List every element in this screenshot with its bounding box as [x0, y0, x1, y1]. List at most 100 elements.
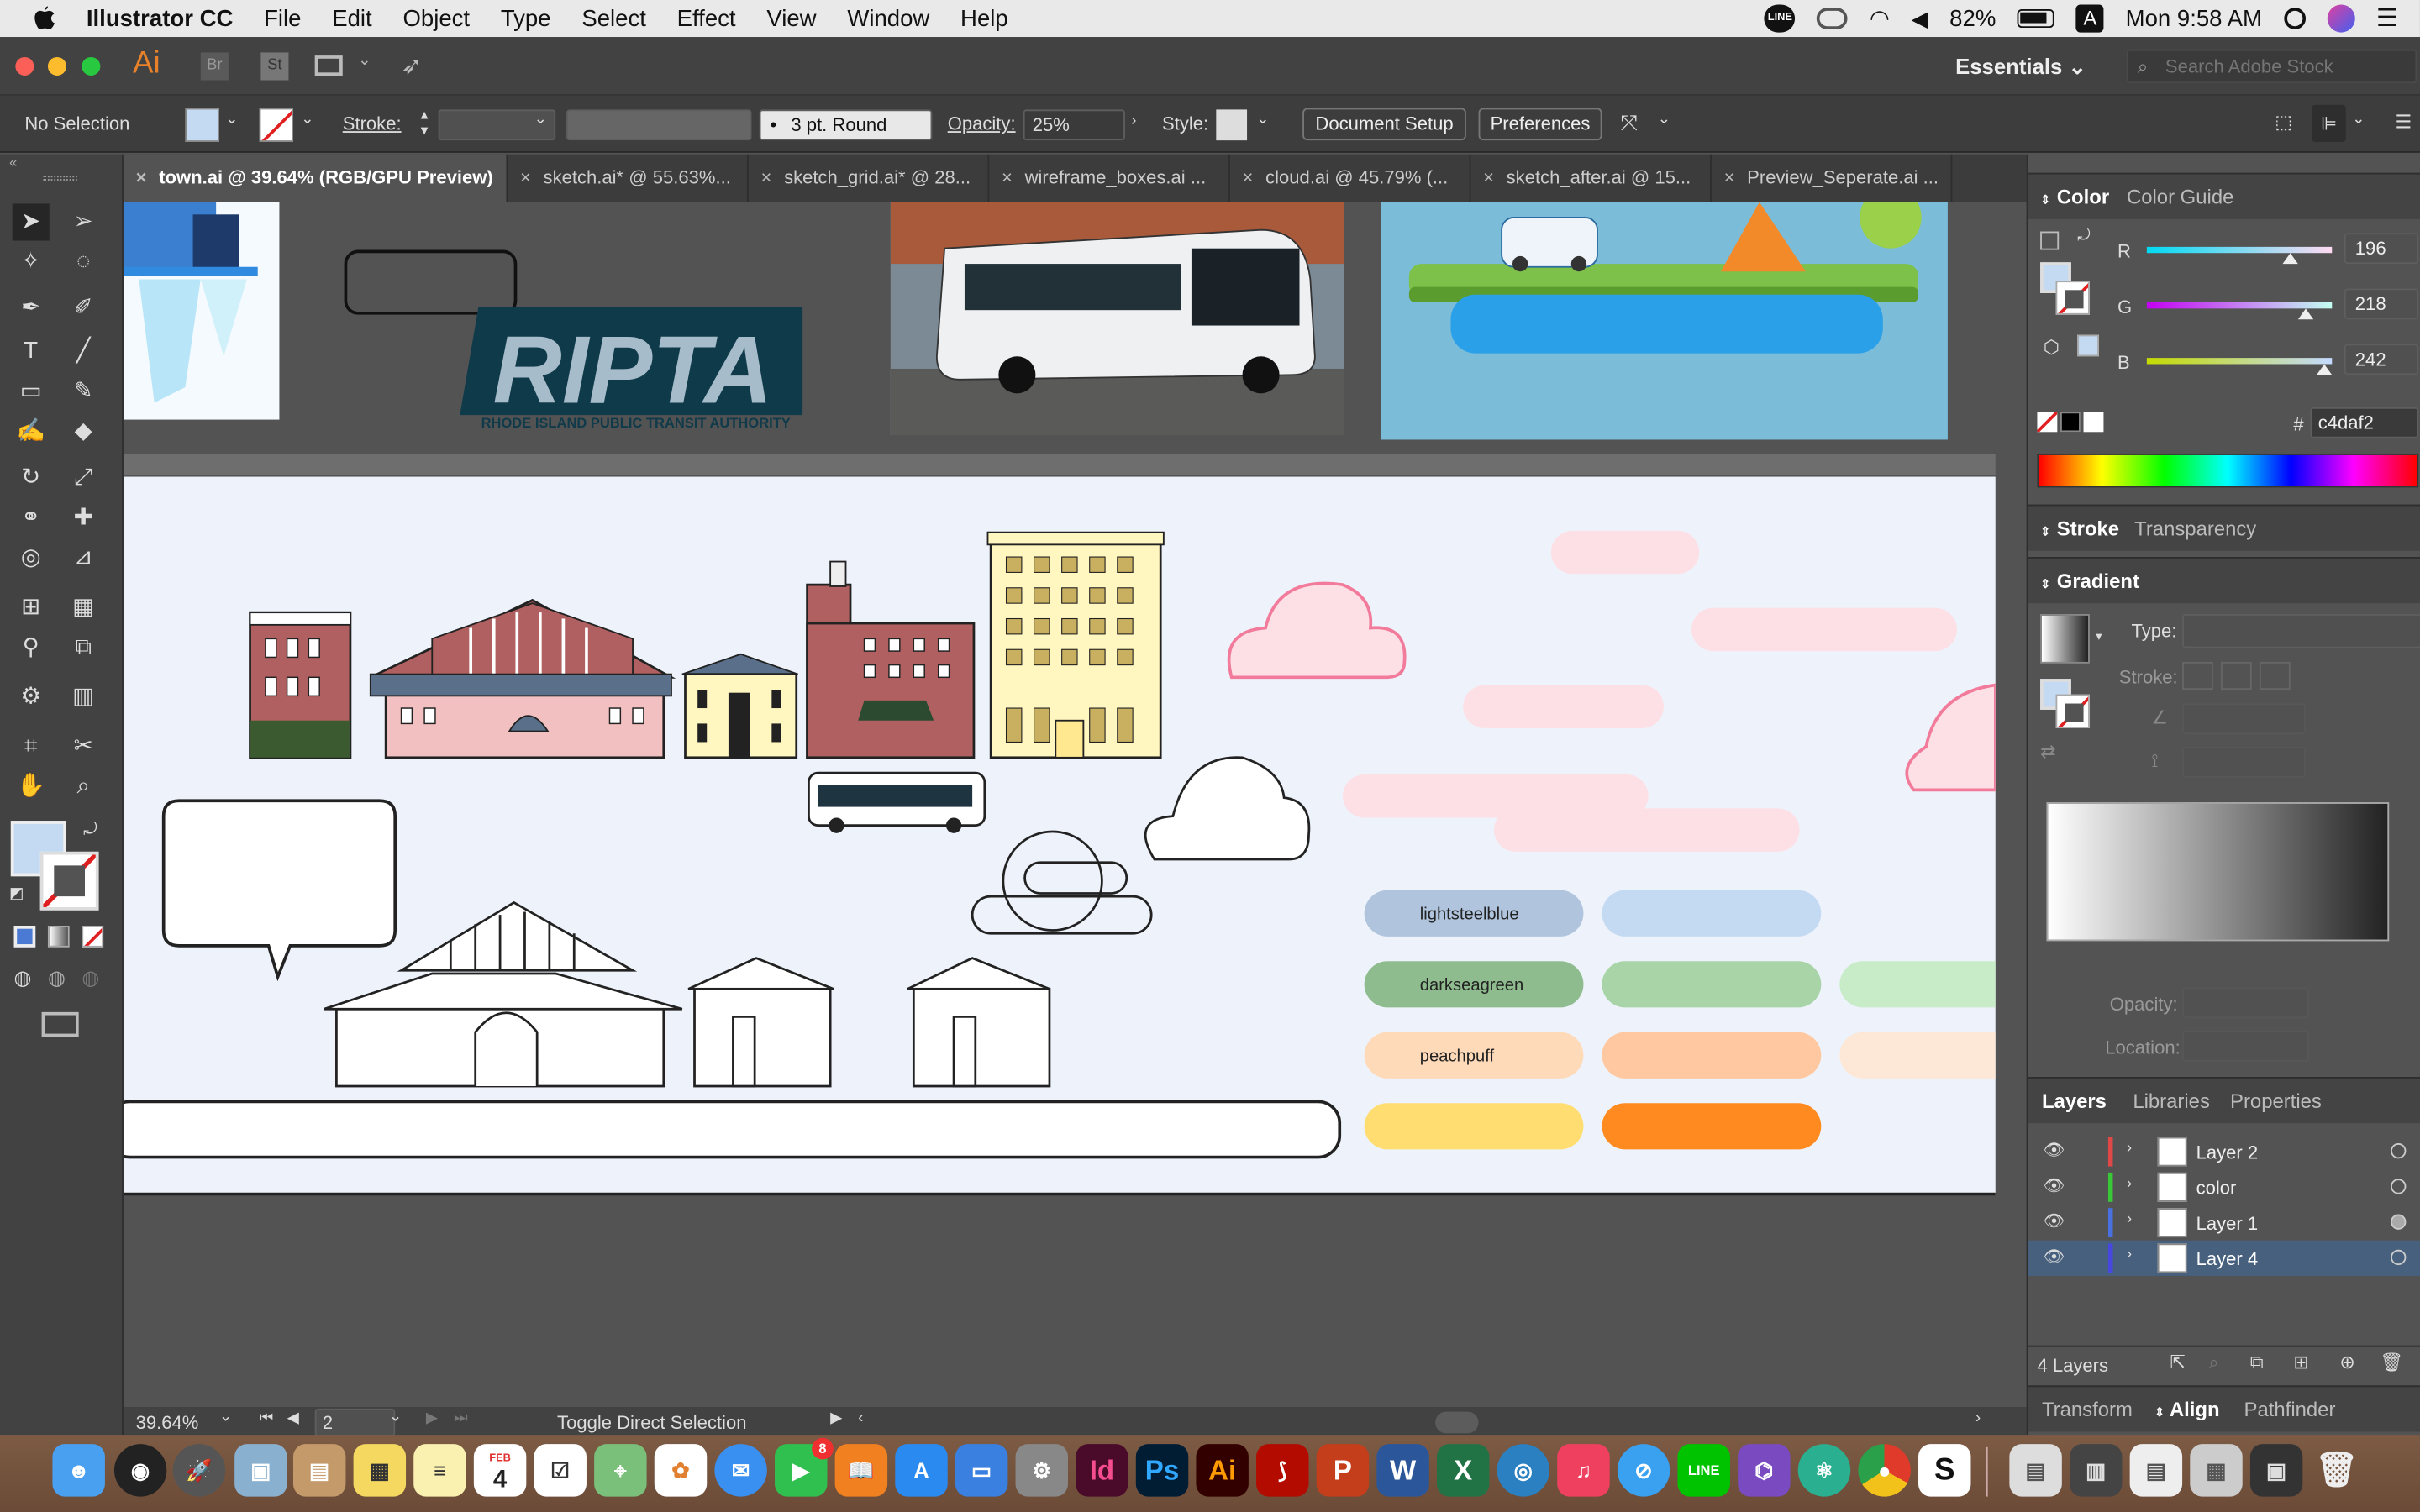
fill-swatch[interactable]	[185, 108, 219, 142]
wifi-icon[interactable]: ◠	[1870, 5, 1890, 32]
eye-icon[interactable]: 👁	[2044, 1176, 2065, 1195]
selection-tool-icon[interactable]: ➤	[12, 203, 50, 241]
rectangle-tool-icon[interactable]: ▭	[13, 373, 50, 410]
close-tab-icon[interactable]: ×	[1243, 166, 1254, 188]
stock-search-input[interactable]	[2165, 54, 2412, 79]
layer-name[interactable]: Layer 2	[2196, 1142, 2259, 1163]
tab-cloud[interactable]: × cloud.ai @ 45.79% (...	[1230, 154, 1471, 202]
expand-arrow-icon[interactable]: ›	[2127, 1247, 2132, 1263]
draw-behind-icon[interactable]: ◍	[48, 966, 66, 990]
symbol-sprayer-icon[interactable]: ⚙	[13, 679, 50, 716]
g-value-field[interactable]: 218	[2344, 288, 2419, 320]
apple-icon[interactable]	[34, 6, 55, 30]
menu-view[interactable]: View	[766, 5, 816, 31]
stock-button[interactable]: St	[260, 52, 289, 81]
g-slider[interactable]	[2146, 302, 2333, 320]
stroke-color-box[interactable]	[39, 851, 99, 911]
tab-color-guide[interactable]: Color Guide	[2127, 175, 2233, 221]
target-circle-icon[interactable]	[2391, 1179, 2407, 1194]
brush-definition[interactable]: • 3 pt. Round	[759, 109, 933, 141]
menu-help[interactable]: Help	[960, 5, 1008, 31]
reverse-gradient-icon[interactable]: ⇄	[2040, 741, 2055, 763]
close-tab-icon[interactable]: ×	[1002, 166, 1013, 188]
chevron-down-icon[interactable]: ⌄	[2352, 111, 2365, 128]
messages-icon[interactable]: ✉	[714, 1444, 767, 1497]
artboard-tool-icon[interactable]: ⌗	[13, 728, 50, 765]
arrange-icon[interactable]: ⬚	[2275, 111, 2292, 133]
clipping-mask-icon[interactable]: ⧉	[2250, 1352, 2264, 1375]
blend-tool-icon[interactable]: ⧉	[65, 629, 102, 666]
stickies-icon[interactable]: ▦	[353, 1444, 407, 1497]
draw-inside-icon[interactable]: ◍	[82, 966, 99, 990]
system-preferences-icon[interactable]: ⚙	[1015, 1444, 1068, 1497]
layer-name[interactable]: Layer 4	[2196, 1248, 2259, 1270]
swap-colors-icon[interactable]: ⤾	[83, 821, 97, 841]
locate-object-icon[interactable]: ⌕	[2208, 1352, 2218, 1375]
aspect-ratio-field[interactable]	[2182, 746, 2307, 778]
recent-document-icon[interactable]: ▤	[2009, 1444, 2062, 1497]
tab-sketch-after[interactable]: × sketch_after.ai @ 15...	[1470, 154, 1712, 202]
tab-libraries[interactable]: Libraries	[2133, 1079, 2210, 1125]
tab-layers[interactable]: Layers	[2042, 1079, 2107, 1125]
github-icon[interactable]: ⌬	[1738, 1444, 1791, 1497]
gradient-stroke-proxy[interactable]	[2055, 694, 2090, 728]
white-swatch[interactable]	[2083, 412, 2104, 433]
eye-icon[interactable]: 👁	[2044, 1140, 2065, 1160]
spotlight-icon[interactable]	[2283, 8, 2306, 29]
menu-select[interactable]: Select	[581, 5, 646, 31]
stroke-along-icon[interactable]	[2221, 661, 2252, 690]
line-tool-icon[interactable]: ╱	[65, 333, 102, 370]
app-name[interactable]: Illustrator CC	[87, 5, 234, 31]
stock-search-box[interactable]: ⌕	[2126, 49, 2417, 84]
chevron-down-icon[interactable]: ⌄	[301, 111, 313, 128]
acrobat-icon[interactable]: ⟆	[1256, 1444, 1309, 1497]
battery-percent[interactable]: 82%	[1949, 5, 1996, 31]
shape-builder-icon[interactable]: ◎	[13, 540, 50, 577]
chevron-right-icon[interactable]: ▶	[830, 1410, 842, 1427]
recent-document-icon[interactable]: ▣	[2249, 1444, 2303, 1497]
next-artboard-icon[interactable]: ▶	[426, 1410, 438, 1427]
chevron-down-icon[interactable]: ⌄	[225, 111, 238, 128]
menu-file[interactable]: File	[264, 5, 301, 31]
previous-artboard-icon[interactable]: ◀	[287, 1410, 299, 1427]
ripta-logo-image[interactable]: RIPTA RHODE ISLAND PUBLIC TRANSIT AUTHOR…	[339, 245, 818, 461]
indesign-icon[interactable]: Id	[1076, 1444, 1128, 1497]
close-tab-icon[interactable]: ×	[520, 166, 531, 188]
recent-document-icon[interactable]: ▦	[2190, 1444, 2243, 1497]
transform-options-icon[interactable]: ⤧	[1621, 109, 1639, 135]
trash-icon[interactable]: 🗑	[2311, 1444, 2363, 1496]
excel-icon[interactable]: X	[1436, 1444, 1490, 1497]
bus-photo-image[interactable]	[890, 202, 1344, 435]
rotate-tool-icon[interactable]: ↻	[13, 459, 50, 496]
line-icon[interactable]: LINE	[1765, 4, 1796, 33]
magic-wand-icon[interactable]: ✧	[13, 244, 50, 281]
line-app-icon[interactable]: LINE	[1677, 1444, 1730, 1497]
angle-field[interactable]	[2182, 703, 2307, 735]
close-tab-icon[interactable]: ×	[136, 166, 147, 188]
r-value-field[interactable]: 196	[2344, 233, 2419, 265]
tab-preview-seperate[interactable]: × Preview_Seperate.ai ...	[1712, 154, 1953, 202]
default-colors-icon[interactable]: ◩	[9, 885, 24, 902]
scale-tool-icon[interactable]: ⤢	[65, 459, 102, 496]
delete-layer-icon[interactable]: 🗑	[2380, 1352, 2403, 1373]
books-icon[interactable]: 📖	[834, 1444, 888, 1497]
music-icon[interactable]: ♫	[1557, 1444, 1610, 1497]
powerpoint-icon[interactable]: P	[1316, 1444, 1370, 1497]
atom-icon[interactable]: ⚛	[1797, 1444, 1851, 1497]
chevron-right-icon[interactable]: ›	[1131, 113, 1136, 129]
stroke-stepper[interactable]: ▲ ▼	[413, 108, 435, 142]
none-color-swatch[interactable]	[2037, 412, 2058, 433]
b-slider[interactable]	[2146, 358, 2333, 375]
hex-field[interactable]: c4daf2	[2310, 407, 2419, 438]
menu-icon[interactable]: ☰	[2396, 111, 2412, 133]
chevron-down-icon[interactable]: ⌄	[1658, 111, 1670, 128]
main-artboard[interactable]: lightsteelblue darkseagreen peachpuff	[123, 476, 1996, 1196]
tab-transparency[interactable]: Transparency	[2134, 506, 2256, 552]
last-artboard-icon[interactable]: ⏭	[454, 1410, 468, 1427]
stroke-within-icon[interactable]	[2182, 661, 2213, 690]
tab-pathfinder[interactable]: Pathfinder	[2244, 1387, 2336, 1433]
volume-icon[interactable]: ◀	[1912, 5, 1928, 31]
panel-toggle-icon[interactable]: ⊫	[2312, 104, 2346, 142]
illustrator-icon[interactable]: Ai	[1196, 1444, 1249, 1497]
gradient-thumbnail[interactable]	[2040, 614, 2090, 664]
